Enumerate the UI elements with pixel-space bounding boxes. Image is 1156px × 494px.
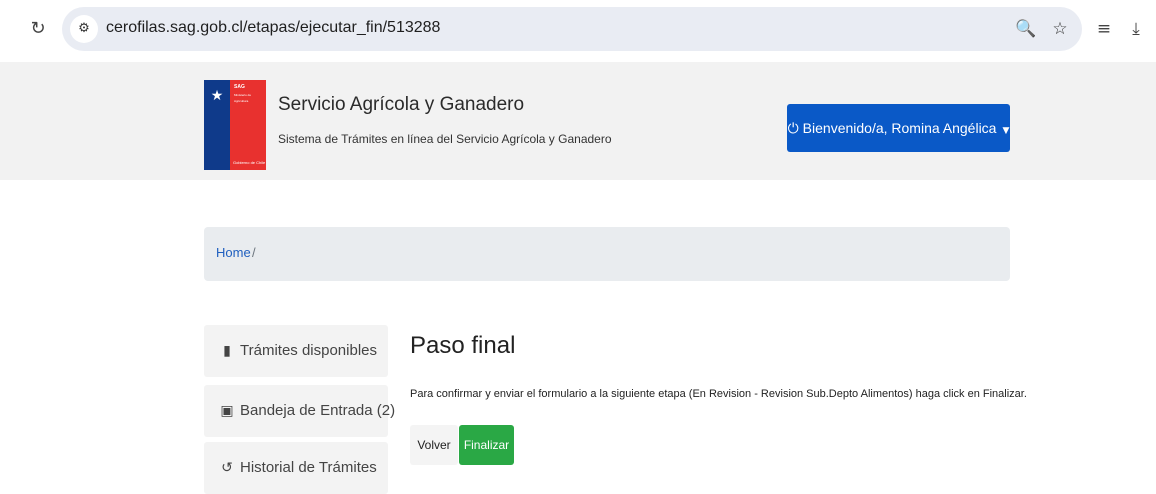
sidebar-item-label: Trámites disponibles (240, 342, 377, 359)
breadcrumb-separator: / (252, 245, 256, 260)
sidebar-item-label: Bandeja de Entrada (2) (240, 402, 396, 419)
address-bar[interactable]: ⚙ cerofilas.sag.gob.cl/etapas/ejecutar_f… (62, 7, 1082, 51)
sag-logo[interactable]: ★ SAG Ministerio de Agricultura Gobierno… (204, 80, 266, 170)
sidebar-item-bandeja-de-entrada[interactable]: ▣ Bandeja de Entrada (2) (204, 385, 395, 437)
breadcrumb-home-link[interactable]: Home (216, 245, 251, 260)
browser-toolbar: ↻ ⚙ cerofilas.sag.gob.cl/etapas/ejecutar… (0, 0, 1156, 62)
site-info-icon[interactable]: ⚙ (70, 15, 98, 43)
download-icon[interactable]: ⤓ (1124, 17, 1148, 41)
chile-crest-icon: ★ (210, 88, 224, 104)
breadcrumb: Home / (204, 227, 1010, 281)
history-icon: ↺ (221, 460, 233, 476)
inbox-icon: ▣ (220, 403, 234, 419)
sidebar-item-tramites-disponibles[interactable]: ▮ Trámites disponibles (204, 325, 388, 377)
file-icon: ▮ (223, 343, 231, 359)
sidebar-item-label: Historial de Trámites (240, 459, 377, 476)
user-menu-label: Bienvenido/a, Romina Angélica (802, 120, 997, 136)
zoom-icon[interactable]: 🔍 (1014, 17, 1038, 41)
power-icon: ⏻ (787, 121, 799, 137)
caret-down-icon: ▼ (1002, 126, 1010, 136)
back-button[interactable]: Volver (410, 425, 458, 465)
page-title: Paso final (410, 332, 516, 359)
logo-subtext: Ministerio de Agricultura (234, 93, 252, 103)
logo-text: SAG (234, 84, 245, 90)
url-text[interactable]: cerofilas.sag.gob.cl/etapas/ejecutar_fin… (106, 19, 440, 37)
site-header: ★ SAG Ministerio de Agricultura Gobierno… (0, 62, 1156, 180)
finish-button[interactable]: Finalizar (459, 425, 514, 465)
site-title[interactable]: Servicio Agrícola y Ganadero (278, 94, 524, 116)
reload-icon[interactable]: ↻ (26, 17, 50, 41)
logo-footer-text: Gobierno de Chile (233, 160, 266, 165)
sidebar-item-historial-de-tramites[interactable]: ↺ Historial de Trámites (204, 442, 388, 494)
star-icon[interactable]: ☆ (1048, 17, 1072, 41)
user-menu-button[interactable]: ⏻ Bienvenido/a, Romina Angélica ▼ (787, 104, 1010, 152)
confirmation-message: Para confirmar y enviar el formulario a … (410, 388, 1027, 400)
site-subtitle: Sistema de Trámites en línea del Servici… (278, 132, 612, 146)
reading-list-icon[interactable]: ≡ (1092, 17, 1116, 41)
